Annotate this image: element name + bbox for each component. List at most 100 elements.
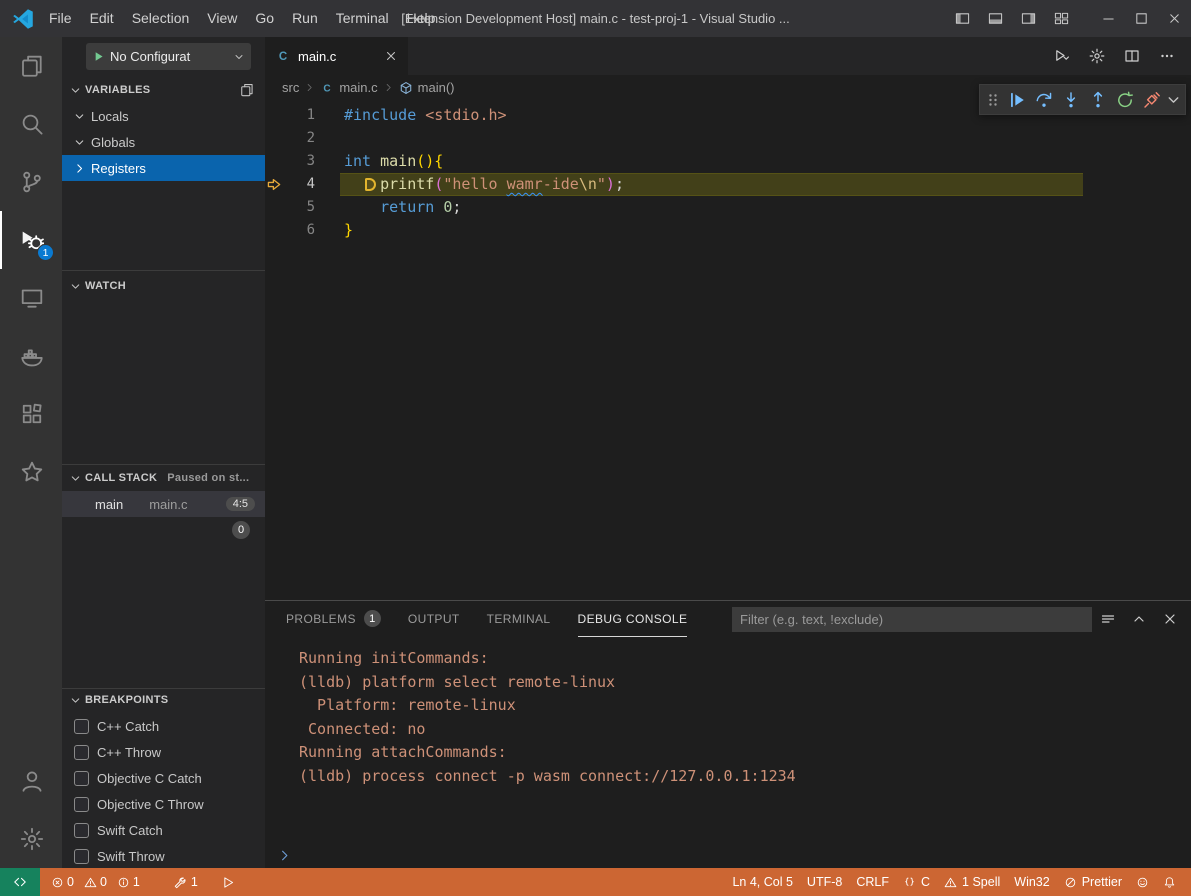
breakpoint-gutter[interactable] bbox=[265, 150, 285, 173]
menu-edit[interactable]: Edit bbox=[81, 0, 123, 37]
code-text[interactable] bbox=[315, 127, 344, 150]
run-chevron-icon[interactable] bbox=[1054, 48, 1070, 64]
wrench-status[interactable]: 1 bbox=[166, 868, 205, 896]
chevron-up-icon[interactable] bbox=[1131, 611, 1147, 627]
code-line-5[interactable]: 5 return 0; bbox=[265, 196, 1191, 219]
breakpoint-swift-throw[interactable]: Swift Throw bbox=[62, 843, 265, 868]
console-input-row[interactable] bbox=[265, 842, 1191, 868]
layout-panel-button[interactable] bbox=[979, 0, 1012, 37]
variables-item-globals[interactable]: Globals bbox=[62, 129, 265, 155]
language-mode-status[interactable]: C bbox=[896, 868, 937, 896]
layout-sidebar-right-button[interactable] bbox=[1012, 0, 1045, 37]
panel-tab-terminal[interactable]: TERMINAL bbox=[487, 601, 551, 637]
breakpoint-swift-catch[interactable]: Swift Catch bbox=[62, 817, 265, 843]
tab-main-c[interactable]: C main.c bbox=[265, 37, 408, 75]
breakpoint-c-throw[interactable]: C++ Throw bbox=[62, 739, 265, 765]
breakpoint-objective-c-throw[interactable]: Objective C Throw bbox=[62, 791, 265, 817]
step-out-button[interactable] bbox=[1084, 86, 1111, 113]
activity-search[interactable] bbox=[0, 95, 62, 153]
panel-tab-problems[interactable]: PROBLEMS1 bbox=[286, 601, 381, 637]
close-icon[interactable] bbox=[1162, 611, 1178, 627]
activity-accounts[interactable] bbox=[0, 752, 62, 810]
console-filter-input[interactable] bbox=[732, 607, 1092, 632]
callstack-section-header[interactable]: CALL STACK Paused on st... bbox=[62, 466, 265, 490]
breakpoint-checkbox[interactable] bbox=[74, 849, 89, 864]
watch-section-header[interactable]: WATCH bbox=[62, 274, 265, 298]
close-tab-icon[interactable] bbox=[384, 49, 398, 63]
activity-settings[interactable] bbox=[0, 810, 62, 868]
console-line[interactable]: Platform: remote-linux bbox=[299, 694, 1191, 718]
breadcrumb-symbol[interactable]: main() bbox=[418, 80, 455, 95]
ellipsis-icon[interactable] bbox=[1159, 48, 1175, 64]
variables-section-header[interactable]: VARIABLES bbox=[62, 78, 265, 102]
maximize-button[interactable] bbox=[1125, 0, 1158, 37]
menu-file[interactable]: File bbox=[40, 0, 81, 37]
breakpoint-checkbox[interactable] bbox=[74, 719, 89, 734]
continue-button[interactable] bbox=[1003, 86, 1030, 113]
code-text[interactable]: return 0; bbox=[315, 196, 461, 219]
activity-source-control[interactable] bbox=[0, 153, 62, 211]
code-line-4[interactable]: 4 printf("hello wamr-ide\n"); bbox=[265, 173, 1191, 196]
console-line[interactable]: Connected: no bbox=[299, 718, 1191, 742]
encoding-status[interactable]: UTF-8 bbox=[800, 868, 849, 896]
breakpoint-gutter[interactable] bbox=[265, 196, 285, 219]
code-line-2[interactable]: 2 bbox=[265, 127, 1191, 150]
code-text[interactable]: int main(){ bbox=[315, 150, 443, 173]
notifications-status[interactable] bbox=[1156, 868, 1183, 896]
variables-item-locals[interactable]: Locals bbox=[62, 103, 265, 129]
activity-docker[interactable] bbox=[0, 327, 62, 385]
debug-config-dropdown[interactable]: No Configurat bbox=[86, 43, 251, 70]
start-debugging-icon[interactable] bbox=[92, 50, 105, 63]
menu-go[interactable]: Go bbox=[246, 0, 283, 37]
menu-terminal[interactable]: Terminal bbox=[327, 0, 398, 37]
breakpoints-section-header[interactable]: BREAKPOINTS bbox=[62, 688, 265, 712]
activity-explorer[interactable] bbox=[0, 37, 62, 95]
code-line-3[interactable]: 3int main(){ bbox=[265, 150, 1191, 173]
menu-view[interactable]: View bbox=[198, 0, 246, 37]
cursor-position-status[interactable]: Ln 4, Col 5 bbox=[725, 868, 799, 896]
eol-status[interactable]: CRLF bbox=[849, 868, 896, 896]
code-line-6[interactable]: 6} bbox=[265, 219, 1191, 242]
step-over-button[interactable] bbox=[1030, 86, 1057, 113]
feedback-status[interactable] bbox=[1129, 868, 1156, 896]
code-text[interactable]: printf("hello wamr-ide\n"); bbox=[315, 173, 624, 196]
breakpoint-gutter[interactable] bbox=[265, 127, 285, 150]
restart-button[interactable] bbox=[1111, 86, 1138, 113]
layout-sidebar-button[interactable] bbox=[946, 0, 979, 37]
breakpoint-checkbox[interactable] bbox=[74, 771, 89, 786]
layout-grid-button[interactable] bbox=[1045, 0, 1078, 37]
breakpoint-checkbox[interactable] bbox=[74, 797, 89, 812]
platform-status[interactable]: Win32 bbox=[1007, 868, 1056, 896]
code-editor[interactable]: 1#include <stdio.h>23int main(){4 printf… bbox=[265, 100, 1191, 600]
close-button[interactable] bbox=[1158, 0, 1191, 37]
activity-run-and-debug[interactable]: 1 bbox=[0, 211, 62, 269]
code-text[interactable]: #include <stdio.h> bbox=[315, 104, 507, 127]
menu-run[interactable]: Run bbox=[283, 0, 327, 37]
console-line[interactable]: Running attachCommands: bbox=[299, 741, 1191, 765]
console-line[interactable]: (lldb) platform select remote-linux bbox=[299, 671, 1191, 695]
breakpoint-checkbox[interactable] bbox=[74, 823, 89, 838]
breadcrumb-folder[interactable]: src bbox=[282, 80, 299, 95]
breakpoint-gutter[interactable] bbox=[265, 173, 285, 196]
gear-icon[interactable] bbox=[1089, 48, 1105, 64]
remote-indicator[interactable] bbox=[0, 868, 40, 896]
activity-wamr-ide[interactable] bbox=[0, 443, 62, 501]
panels-icon[interactable] bbox=[240, 83, 254, 97]
debug-status[interactable] bbox=[215, 868, 242, 896]
problems-status[interactable]: 001 bbox=[44, 868, 152, 896]
prettier-status[interactable]: Prettier bbox=[1057, 868, 1129, 896]
lines-icon[interactable] bbox=[1100, 611, 1116, 627]
code-text[interactable]: } bbox=[315, 219, 353, 242]
activity-remote-explorer[interactable] bbox=[0, 269, 62, 327]
menu-selection[interactable]: Selection bbox=[123, 0, 199, 37]
breakpoint-checkbox[interactable] bbox=[74, 745, 89, 760]
spell-status-status[interactable]: 1 Spell bbox=[937, 868, 1007, 896]
step-into-button[interactable] bbox=[1057, 86, 1084, 113]
disconnect-button[interactable] bbox=[1138, 86, 1165, 113]
callstack-frame-row[interactable]: main main.c 4:5 bbox=[62, 491, 265, 517]
console-output[interactable]: Running initCommands:(lldb) platform sel… bbox=[265, 637, 1191, 842]
breadcrumb-file[interactable]: main.c bbox=[339, 80, 377, 95]
console-line[interactable]: Running initCommands: bbox=[299, 647, 1191, 671]
chevron-down-button[interactable] bbox=[1165, 86, 1182, 113]
panel-tab-output[interactable]: OUTPUT bbox=[408, 601, 460, 637]
